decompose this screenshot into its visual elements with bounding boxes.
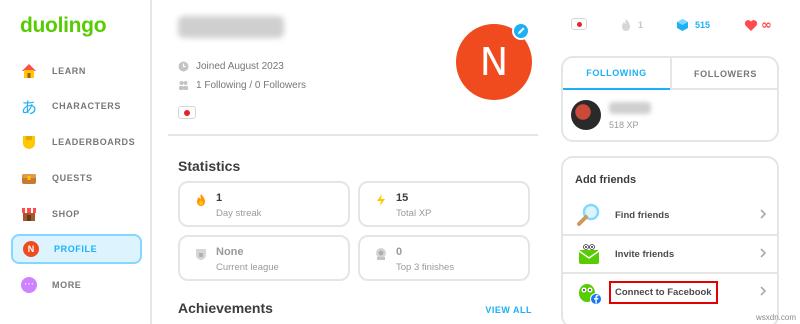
hearts-count: ∞: [761, 18, 772, 33]
duolingo-logo[interactable]: duolingo: [20, 14, 107, 38]
people-icon: [178, 80, 189, 91]
japanese-flag-icon: [571, 18, 587, 30]
edit-pencil-icon[interactable]: [512, 22, 530, 40]
more-icon: ⋯: [20, 276, 38, 294]
gems-counter[interactable]: 515: [676, 18, 710, 32]
japanese-flag-icon[interactable]: [178, 106, 196, 119]
follow-tabs: FOLLOWING FOLLOWERS: [563, 58, 777, 90]
follow-panel: FOLLOWING FOLLOWERS 518 XP: [561, 56, 779, 142]
league-lock-icon: [194, 247, 208, 261]
sidebar-item-label: MORE: [52, 280, 82, 290]
streak-counter[interactable]: 1: [620, 18, 643, 32]
avatar: N: [23, 241, 39, 257]
magnifier-icon: [575, 201, 603, 229]
stat-label: Top 3 finishes: [396, 262, 455, 273]
sidebar-item-label: QUESTS: [52, 173, 93, 183]
stat-value: 15: [396, 192, 409, 204]
add-friends-title: Add friends: [575, 174, 637, 186]
find-friends-row[interactable]: Find friends: [563, 196, 777, 234]
friend-name-redacted[interactable]: [609, 102, 651, 114]
streak-count: 1: [638, 20, 644, 30]
gem-icon: [676, 18, 689, 32]
sidebar-item-label: CHARACTERS: [52, 101, 121, 111]
stat-card-streak: 1 Day streak: [178, 181, 350, 227]
facebook-owl-icon: [575, 278, 603, 306]
flame-icon: [194, 193, 208, 207]
sidebar-item-profile[interactable]: N PROFILE: [11, 234, 142, 264]
stat-card-total-xp: 15 Total XP: [358, 181, 530, 227]
connect-facebook-row[interactable]: Connect to Facebook: [563, 273, 777, 311]
medal-icon: [374, 247, 388, 261]
chevron-right-icon: [757, 208, 769, 220]
stat-label: Total XP: [396, 208, 432, 219]
sidebar-item-quests[interactable]: QUESTS: [11, 163, 142, 193]
sidebar-item-label: LEARN: [52, 66, 86, 76]
tab-followers[interactable]: FOLLOWERS: [672, 58, 777, 90]
mail-owl-icon: [575, 240, 603, 268]
follow-counts[interactable]: 1 Following / 0 Followers: [178, 80, 306, 91]
divider: [168, 134, 538, 136]
chevron-right-icon: [757, 285, 769, 297]
sidebar: duolingo LEARN あ CHARACTERS LEADERBOARDS…: [0, 0, 152, 324]
sidebar-item-more[interactable]: ⋯ MORE: [11, 270, 142, 300]
avatar-icon: N: [22, 240, 40, 258]
stat-value: 1: [216, 192, 223, 204]
joined-date: Joined August 2023: [178, 61, 284, 72]
view-all-link[interactable]: VIEW ALL: [485, 305, 532, 315]
shield-icon: [20, 133, 38, 151]
add-friends-panel: Add friends Find friends Invite friends …: [561, 156, 779, 324]
sidebar-item-learn[interactable]: LEARN: [11, 56, 142, 86]
chevron-right-icon: [757, 247, 769, 259]
stat-card-league: None Current league: [178, 235, 350, 281]
sidebar-item-label: SHOP: [52, 209, 80, 219]
stat-label: Day streak: [216, 208, 262, 219]
tab-following[interactable]: FOLLOWING: [563, 58, 670, 90]
follow-counts-text: 1 Following / 0 Followers: [196, 80, 307, 91]
invite-friends-row[interactable]: Invite friends: [563, 235, 777, 273]
shop-icon: [20, 205, 38, 223]
profile-main: Joined August 2023 1 Following / 0 Follo…: [154, 0, 552, 324]
achievements-title: Achievements: [178, 300, 273, 316]
lightning-icon: [374, 193, 388, 207]
statistics-title: Statistics: [178, 158, 241, 174]
heart-icon: [744, 19, 758, 32]
hiragana-icon: あ: [20, 98, 37, 117]
stat-value: None: [216, 246, 244, 258]
highlight-box: [609, 280, 718, 304]
course-flag-button[interactable]: [571, 18, 587, 30]
sidebar-item-shop[interactable]: SHOP: [11, 199, 142, 229]
watermark: wsxdn.com: [755, 313, 796, 322]
joined-text: Joined August 2023: [196, 61, 284, 72]
clock-icon: [178, 61, 189, 72]
friend-xp: 518 XP: [609, 120, 639, 130]
stat-value: 0: [396, 246, 403, 258]
gems-count: 515: [695, 20, 711, 30]
username-redacted: [178, 16, 284, 38]
add-row-label: Invite friends: [615, 248, 675, 260]
stat-card-top3: 0 Top 3 finishes: [358, 235, 530, 281]
hearts-counter[interactable]: ∞: [744, 18, 772, 33]
friend-avatar[interactable]: [571, 100, 601, 130]
add-row-label: Find friends: [615, 209, 670, 221]
sidebar-item-characters[interactable]: あ CHARACTERS: [11, 91, 142, 121]
treasure-chest-icon: [20, 169, 38, 187]
stat-label: Current league: [216, 262, 279, 273]
sidebar-item-leaderboards[interactable]: LEADERBOARDS: [11, 127, 142, 157]
house-icon: [20, 62, 38, 80]
flame-icon: [620, 18, 632, 32]
sidebar-item-label: LEADERBOARDS: [52, 137, 136, 147]
sidebar-item-label: PROFILE: [54, 244, 98, 254]
